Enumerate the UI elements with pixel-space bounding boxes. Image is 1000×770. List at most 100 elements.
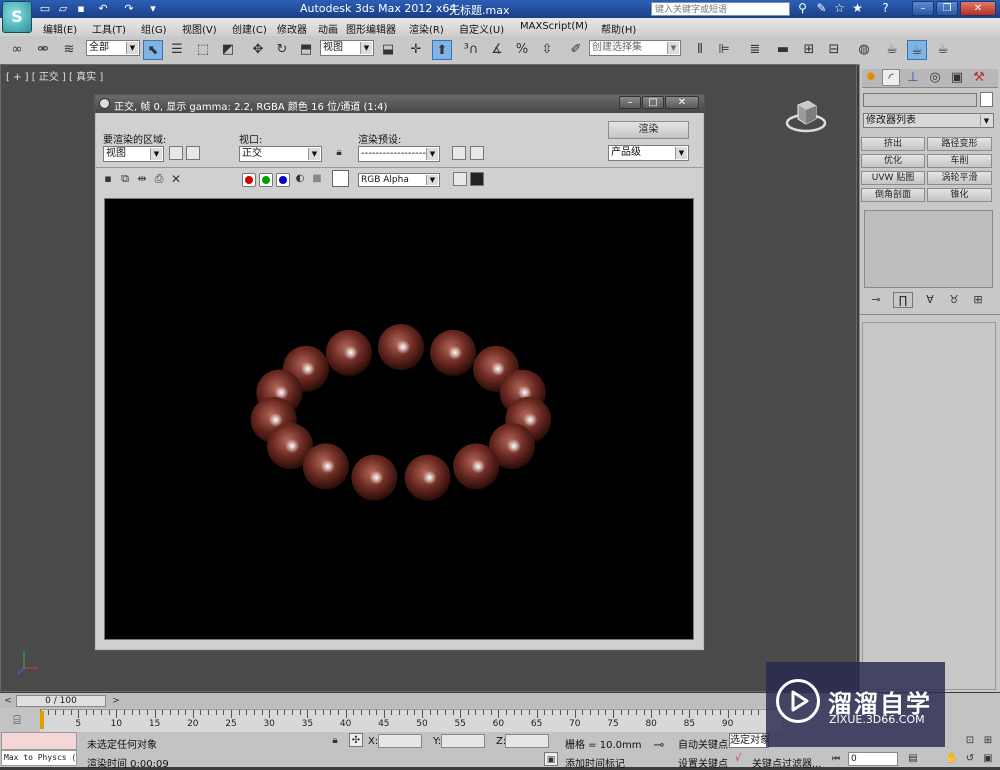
- render-setup-icon[interactable]: ☕: [882, 40, 902, 60]
- print-image-icon[interactable]: ⎙: [152, 172, 166, 186]
- scale-icon[interactable]: ⬒: [296, 40, 316, 60]
- search-input[interactable]: 键入关键字或短语: [651, 2, 790, 16]
- clear-image-icon[interactable]: ✕: [169, 172, 183, 186]
- unlink-icon[interactable]: ⚮: [33, 40, 53, 60]
- modify-tab-icon[interactable]: ◜: [882, 69, 900, 86]
- auto-region-icon[interactable]: [186, 146, 200, 160]
- remove-modifier-icon[interactable]: ♉: [944, 292, 964, 308]
- bind-spacewarp-icon[interactable]: ≋: [59, 40, 79, 60]
- rendered-image-canvas[interactable]: [104, 198, 694, 640]
- named-selection-dropdown[interactable]: 创建选择集 ▼: [589, 40, 681, 56]
- monochrome-icon[interactable]: ■: [310, 172, 324, 186]
- modifier-taper-button[interactable]: 锥化: [927, 188, 992, 202]
- key-set-dropdown[interactable]: 选定对象: [729, 733, 769, 748]
- maximize-button[interactable]: ❐: [936, 1, 958, 16]
- z-coordinate-field[interactable]: [505, 734, 549, 748]
- favorites-icon[interactable]: ☆: [832, 1, 847, 16]
- time-cursor[interactable]: [40, 711, 44, 729]
- absolute-mode-icon[interactable]: ✣: [349, 733, 363, 747]
- redo-icon[interactable]: ↷: [122, 2, 136, 15]
- area-to-render-dropdown[interactable]: 视图 ▼: [103, 146, 164, 162]
- swatch-color-box[interactable]: [332, 170, 349, 187]
- save-file-icon[interactable]: ▪: [74, 2, 88, 15]
- render-production-icon[interactable]: ☕: [933, 40, 953, 60]
- clone-window-icon[interactable]: ⇹: [135, 172, 149, 186]
- rotate-icon[interactable]: ↻: [272, 40, 292, 60]
- menu-edit[interactable]: 编辑(E): [43, 21, 77, 36]
- schematic-view-icon[interactable]: ⊟: [824, 40, 844, 60]
- key-filters-button[interactable]: 关键点过滤器...: [752, 755, 822, 770]
- menu-modifiers[interactable]: 修改器: [277, 21, 307, 36]
- render-preset-dropdown[interactable]: ------------------- ▼: [358, 146, 440, 162]
- spinner-snap-icon[interactable]: ⇳: [537, 40, 557, 60]
- slider-prev-icon[interactable]: <: [2, 695, 14, 707]
- menu-customize[interactable]: 自定义(U): [459, 21, 504, 36]
- rendered-frame-window-icon[interactable]: ☕: [907, 40, 927, 60]
- mini-curve-editor-icon[interactable]: ⌸: [8, 711, 26, 729]
- utilities-tab-icon[interactable]: ⚒: [970, 69, 988, 86]
- goto-start-icon[interactable]: ⏮: [829, 752, 843, 766]
- time-tag-icon[interactable]: ▣: [544, 752, 558, 766]
- render-window-minimize-button[interactable]: –: [619, 96, 641, 109]
- configure-modifier-sets-icon[interactable]: ⊞: [968, 292, 988, 308]
- zoom-extents-icon[interactable]: ⊡: [963, 734, 977, 748]
- viewport-select-dropdown[interactable]: 正交 ▼: [239, 146, 322, 162]
- zoom-extents-all-icon[interactable]: ⊞: [981, 734, 995, 748]
- edit-region-icon[interactable]: [169, 146, 183, 160]
- select-manipulate-icon[interactable]: ✛: [406, 40, 426, 60]
- timeline-ruler[interactable]: 5 10 15 20 25 30 35 40 45 50 55 60 65 70 75 80 85 90: [40, 709, 782, 732]
- render-setup-icon[interactable]: [452, 146, 466, 160]
- new-file-icon[interactable]: ▭: [38, 2, 52, 15]
- menu-help[interactable]: 帮助(H): [601, 21, 636, 36]
- menu-view[interactable]: 视图(V): [182, 21, 217, 36]
- undo-icon[interactable]: ↶: [96, 2, 110, 15]
- set-key-icon[interactable]: ⊸: [648, 738, 670, 754]
- object-name-field[interactable]: [863, 93, 977, 107]
- save-image-icon[interactable]: ▪: [101, 172, 115, 186]
- star-icon[interactable]: ★: [850, 1, 865, 16]
- copy-image-icon[interactable]: ⧉: [118, 172, 132, 186]
- mirror-icon[interactable]: ⫴: [690, 40, 710, 60]
- rectangle-selection-icon[interactable]: ⬚: [193, 40, 213, 60]
- layer-manager-icon[interactable]: ≣: [745, 40, 765, 60]
- environment-effects-icon[interactable]: [470, 146, 484, 160]
- modifier-extrude-button[interactable]: 挤出: [861, 137, 925, 151]
- y-coordinate-field[interactable]: [441, 734, 485, 748]
- render-window-close-button[interactable]: ✕: [665, 96, 699, 109]
- help-icon[interactable]: ?: [878, 1, 893, 16]
- binoculars-icon[interactable]: ⚲: [795, 1, 810, 16]
- graphite-ribbon-icon[interactable]: ▬: [773, 40, 793, 60]
- app-logo-button[interactable]: S: [2, 1, 32, 33]
- modifier-path-deform-button[interactable]: 路径变形: [927, 137, 992, 151]
- modifier-optimize-button[interactable]: 优化: [861, 154, 925, 168]
- reference-coord-dropdown[interactable]: 视图 ▼: [320, 40, 374, 56]
- viewcube-icon[interactable]: [785, 93, 827, 135]
- open-file-icon[interactable]: ▱: [56, 2, 70, 15]
- toggle-ui-overlays-icon[interactable]: [453, 172, 467, 186]
- menu-maxscript[interactable]: MAXScript(M): [520, 21, 588, 32]
- link-icon[interactable]: ∞: [7, 40, 27, 60]
- menu-rendering[interactable]: 渲染(R): [409, 21, 444, 36]
- curve-editor-icon[interactable]: ⊞: [799, 40, 819, 60]
- minimize-button[interactable]: –: [912, 1, 934, 16]
- orbit-icon[interactable]: ↺: [963, 752, 977, 766]
- time-slider-thumb[interactable]: 0 / 100: [16, 695, 106, 707]
- menu-tools[interactable]: 工具(T): [92, 21, 126, 36]
- key-filter-icon[interactable]: √: [731, 752, 745, 766]
- object-color-swatch[interactable]: [980, 92, 993, 107]
- edit-named-selection-icon[interactable]: ✐: [566, 40, 586, 60]
- align-icon[interactable]: ⊫: [714, 40, 734, 60]
- render-window-maximize-button[interactable]: □: [642, 96, 664, 109]
- lock-viewport-icon[interactable]: 🔒︎: [332, 146, 346, 160]
- render-button[interactable]: 渲染: [608, 121, 689, 139]
- keyboard-shortcut-override-icon[interactable]: ⬆: [432, 40, 452, 60]
- modifier-list-dropdown[interactable]: 修改器列表 ▼: [863, 113, 994, 128]
- window-crossing-icon[interactable]: ◩: [218, 40, 238, 60]
- selection-lock-icon[interactable]: 🔒︎: [327, 733, 343, 749]
- x-coordinate-field[interactable]: [378, 734, 422, 748]
- hierarchy-tab-icon[interactable]: ⊥: [904, 69, 922, 86]
- menu-group[interactable]: 组(G): [141, 21, 167, 36]
- make-unique-icon[interactable]: ∀: [920, 292, 940, 308]
- snaps-toggle-icon[interactable]: ³∩: [461, 40, 481, 60]
- menu-animation[interactable]: 动画: [318, 21, 338, 36]
